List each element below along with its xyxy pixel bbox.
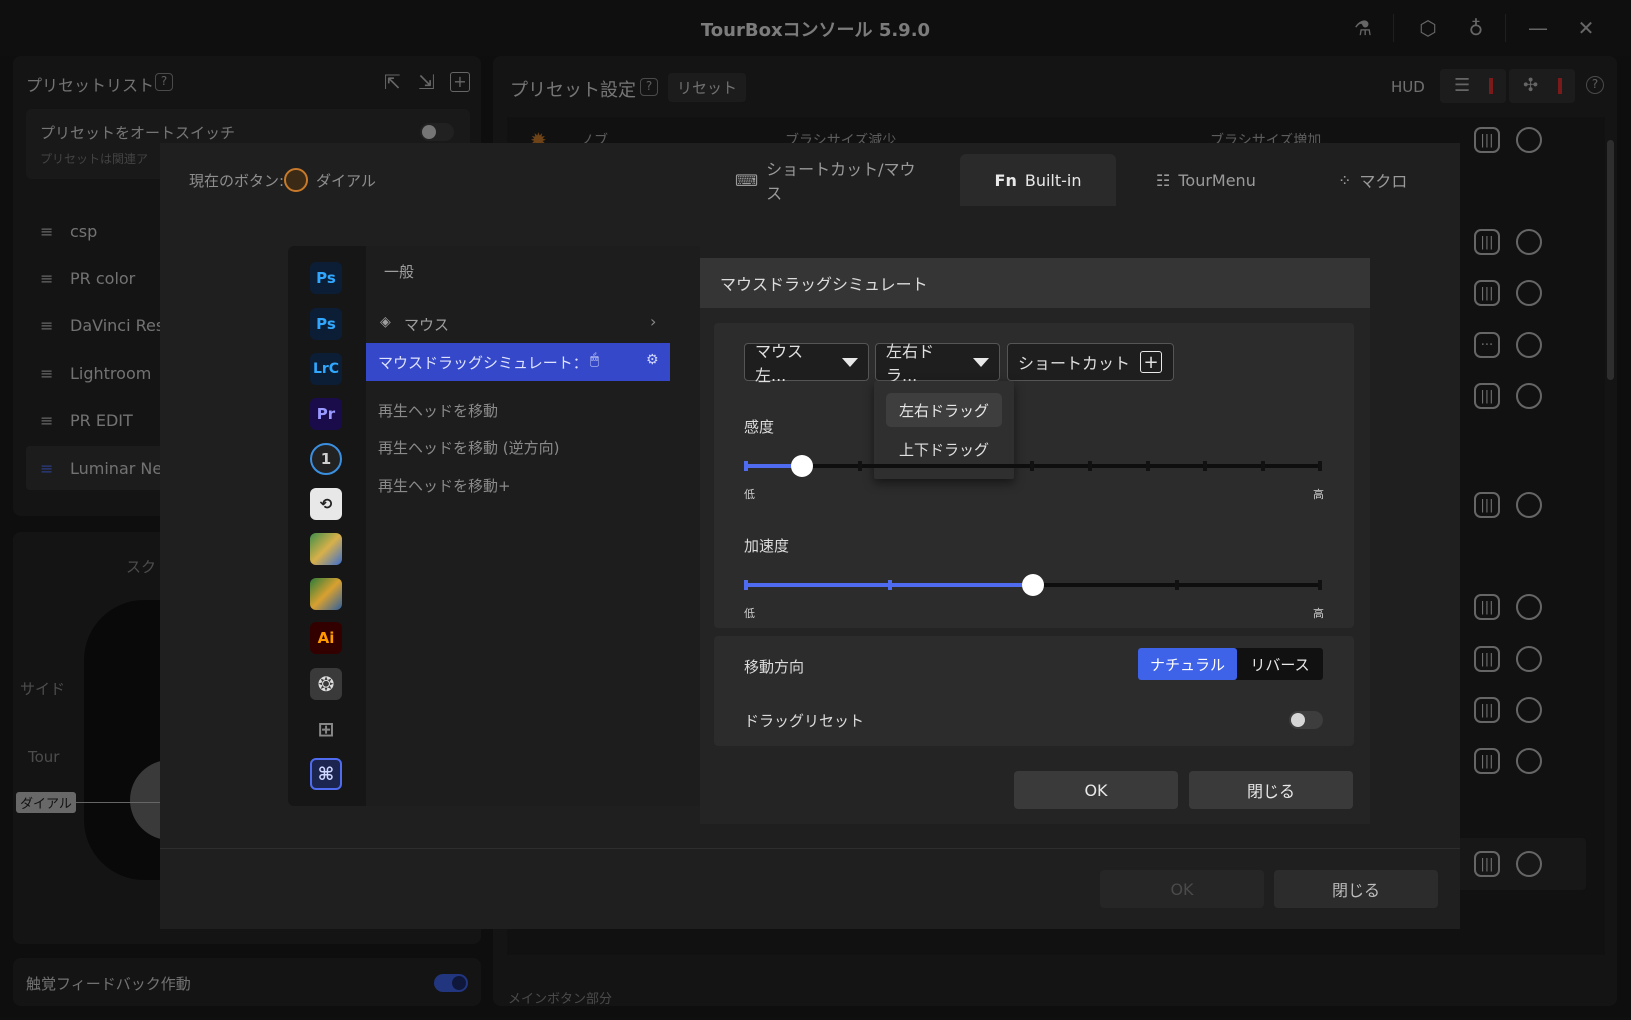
slider-tick — [858, 461, 862, 471]
sensitivity-high: 高 — [1313, 488, 1324, 501]
lightroom-classic-icon[interactable]: LrC — [310, 353, 342, 385]
category-mouse[interactable]: マウス — [404, 314, 449, 335]
tab-built-in[interactable]: Fn Built-in — [960, 154, 1116, 206]
luminar-icon[interactable] — [310, 533, 342, 565]
direction-label: 移動方向 — [744, 658, 805, 676]
windows-icon[interactable]: ⊞ — [310, 713, 342, 745]
dialog-close-button[interactable]: 閉じる — [1274, 870, 1438, 908]
sensitivity-knob[interactable] — [791, 455, 813, 477]
menu-option-horizontal[interactable]: 左右ドラッグ — [886, 393, 1002, 427]
mouse-button-dropdown[interactable]: マウス左... — [744, 342, 869, 385]
selected-function-label: マウスドラッグシミュレート： — [378, 354, 588, 372]
tab-label: ショートカット/マウス — [766, 160, 916, 203]
slider-tick — [1146, 461, 1150, 471]
dropdown-value: マウス左... — [755, 342, 804, 385]
slider-tick — [1261, 461, 1265, 471]
slider-tick — [1203, 461, 1207, 471]
caret-down-icon — [973, 357, 989, 367]
clip-studio-icon[interactable]: ⟲ — [310, 488, 342, 520]
caret-down-icon — [842, 357, 858, 367]
shortcut-button[interactable]: ショートカット + — [1007, 343, 1174, 381]
command-icon[interactable]: ⌘ — [310, 758, 342, 790]
tab-label: TourMenu — [1178, 170, 1256, 190]
tab-tourmenu[interactable]: ☷ TourMenu — [1156, 154, 1286, 206]
slider-tick — [744, 580, 748, 590]
slider-tick — [1030, 461, 1034, 471]
dialog-ok-button[interactable]: OK — [1100, 870, 1264, 908]
drag-mode-dropdown[interactable]: 左右ドラ... — [875, 342, 1000, 385]
slider-tick — [1088, 461, 1092, 471]
drag-sim-title: マウスドラッグシミュレート — [700, 258, 1370, 308]
drag-reset-toggle[interactable] — [1289, 711, 1323, 729]
fn-icon: Fn — [994, 170, 1017, 190]
tab-label: Built-in — [1024, 170, 1082, 190]
slider-tick — [888, 580, 892, 590]
direction-reverse-button[interactable]: リバース — [1237, 648, 1323, 680]
dropdown-value: 左右ドラ... — [886, 342, 935, 385]
slider-tick — [744, 461, 748, 471]
acceleration-high: 高 — [1313, 607, 1324, 620]
premiere-icon[interactable]: Pr — [310, 398, 342, 430]
function-item[interactable]: 再生ヘッドを移動 — [378, 400, 498, 421]
gear-icon[interactable]: ⚙ — [646, 352, 659, 368]
capture-one-icon[interactable]: 1 — [310, 443, 342, 475]
luminar-neo-icon[interactable] — [310, 578, 342, 610]
layers-icon: ◈ — [380, 314, 391, 330]
slider-tick — [1318, 461, 1322, 471]
function-item[interactable]: 再生ヘッドを移動+ — [378, 475, 511, 496]
macro-icon: ⁘ — [1338, 170, 1352, 190]
tab-shortcut-mouse[interactable]: ⌨ ショートカット/マウス — [735, 154, 925, 206]
acceleration-knob[interactable] — [1022, 574, 1044, 596]
davinci-icon[interactable]: ❂ — [310, 668, 342, 700]
keyboard-icon: ⌨ — [735, 170, 759, 190]
drag-reset-label: ドラッグリセット — [744, 712, 865, 730]
sensitivity-low: 低 — [744, 488, 755, 501]
slider-tick — [1175, 580, 1179, 590]
shortcut-label: ショートカット — [1018, 354, 1131, 373]
category-header: 一般 — [384, 263, 415, 281]
function-item[interactable]: 再生ヘッドを移動 (逆方向) — [378, 437, 559, 458]
dial-icon — [284, 168, 308, 192]
slider-tick — [1318, 580, 1322, 590]
acceleration-label: 加速度 — [744, 537, 790, 555]
current-button-value: ダイアル — [316, 172, 376, 190]
chevron-right-icon: › — [650, 312, 657, 331]
current-button-label: 現在のボタン: — [189, 172, 285, 190]
acceleration-low: 低 — [744, 607, 755, 620]
direction-natural-button[interactable]: ナチュラル — [1138, 648, 1237, 680]
photoshop-icon[interactable]: Ps — [310, 262, 342, 294]
mouse-icon: 🖱 — [590, 350, 600, 368]
illustrator-icon[interactable]: Ai — [310, 622, 342, 654]
drag-sim-ok-button[interactable]: OK — [1014, 771, 1178, 809]
tab-label: マクロ — [1359, 172, 1408, 191]
tab-macro[interactable]: ⁘ マクロ — [1338, 154, 1438, 206]
menu-option-vertical[interactable]: 上下ドラッグ — [886, 432, 1002, 466]
photoshop-icon[interactable]: Ps — [310, 308, 342, 340]
menu-icon: ☷ — [1156, 170, 1171, 190]
divider — [160, 848, 1460, 849]
sensitivity-label: 感度 — [744, 418, 775, 436]
plus-icon: + — [1140, 351, 1163, 373]
drag-sim-close-button[interactable]: 閉じる — [1189, 771, 1353, 809]
